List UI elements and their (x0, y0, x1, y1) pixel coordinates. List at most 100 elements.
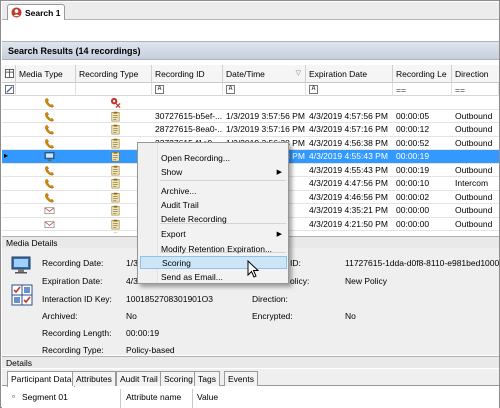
menu-item-label: Show (161, 167, 183, 177)
cell-id: 28727615-8ea0-... (155, 124, 223, 134)
recording-clipboard-icon (113, 232, 118, 233)
encrypted-value: No (345, 311, 356, 321)
cell-expiration: 4/3/2019 4:47:56 PM (309, 178, 388, 188)
tab-audit-trail[interactable]: Audit Trail (116, 371, 162, 386)
submenu-arrow-icon: ▶ (276, 169, 282, 176)
cell-expiration: 4/3/2019 4:56:38 PM (309, 137, 388, 148)
phone-icon (45, 111, 54, 121)
column-header-expiration-date[interactable]: Expiration Date (306, 65, 393, 83)
table-row[interactable]: 30727615-b5ef-... 1/3/2019 3:57:56 PM 4/3/… (2, 110, 499, 123)
filter-operator-a-icon[interactable]: A (155, 85, 164, 94)
menu-item-send-as-email[interactable]: Send as Email... (160, 271, 287, 284)
menu-item-delete-recording[interactable]: Delete Recording (160, 213, 287, 226)
table-row[interactable]: 28727615-8ea0-... 1/3/2019 3:57:16 PM 4/3/… (2, 123, 499, 137)
cell-direction (452, 150, 499, 163)
interaction-id-value: 1001852708301901O3 (126, 294, 213, 304)
filter-operator-a-icon[interactable]: A (309, 85, 318, 94)
cell-length: 00:00:00 (396, 205, 430, 215)
filter-edit-icon (5, 85, 14, 94)
search-tab-icon (11, 7, 22, 18)
cell-direction (452, 96, 499, 109)
phone-icon (45, 179, 54, 189)
filter-recording-length[interactable]: == (393, 83, 452, 96)
tab-attributes[interactable]: Attributes (72, 371, 116, 386)
menu-item-export[interactable]: Export ▶ (160, 228, 287, 241)
archived-value: No (126, 311, 137, 321)
cell-expiration: 4/3/2019 1:20:56 PM (306, 231, 393, 233)
screen-icon (44, 152, 55, 162)
cell-expiration: 4/3/2019 4:21:50 PM (309, 218, 388, 229)
cell-datetime (223, 96, 306, 109)
cell-length: 00:00:02 (396, 191, 430, 202)
filter-recording-type[interactable] (76, 83, 152, 96)
grid-column-header-row: Media Type Recording Type Recording ID D… (2, 65, 499, 83)
attribute-name-header[interactable]: Attribute name (126, 392, 181, 402)
table-row[interactable] (2, 96, 499, 110)
sort-descending-icon: ▽ (295, 70, 301, 77)
column-header-recording-id[interactable]: Recording ID (152, 65, 223, 83)
cell-id: 30727615-b5ef-... (155, 110, 223, 121)
phone-icon (45, 138, 54, 148)
search-results-header: Search Results (14 recordings) (2, 41, 499, 60)
submenu-arrow-icon: ▶ (276, 231, 282, 238)
column-header-recording-type[interactable]: Recording Type (76, 65, 152, 83)
phone-icon (45, 192, 54, 202)
tab-participant-data[interactable]: Participant Data (7, 371, 76, 387)
recording-clipboard-icon (111, 205, 120, 216)
column-chooser-icon[interactable] (5, 69, 14, 78)
menu-item-archive[interactable]: Archive... (160, 185, 287, 198)
cell-direction: Inbound (452, 231, 499, 233)
column-header-media-type[interactable]: Media Type (16, 65, 76, 83)
recording-clipboard-icon (111, 192, 120, 202)
menu-item-show[interactable]: Show ▶ (160, 166, 287, 179)
value-header[interactable]: Value (197, 392, 218, 402)
menu-item-label: Archive... (161, 186, 197, 196)
archived-label: Archived: (42, 311, 78, 321)
policy-value: New Policy (345, 276, 388, 286)
tab-events[interactable]: Events (224, 371, 258, 386)
tab-scoring[interactable]: Scoring (160, 371, 197, 386)
recording-id-label: ID: (290, 258, 301, 268)
cell-expiration: 4/3/2019 4:57:56 PM (309, 110, 388, 121)
grid-filter-row: A A A == == (2, 83, 499, 96)
phone-icon (45, 125, 54, 135)
filter-media-type[interactable] (16, 83, 76, 96)
cell-direction: Outbound (455, 191, 493, 202)
column-header-recording-length[interactable]: Recording Le (393, 65, 452, 83)
cell-expiration: 4/3/2019 4:57:16 PM (309, 124, 388, 134)
menu-separator (160, 180, 286, 181)
recording-date-label: Recording Date: (42, 258, 104, 268)
menu-item-modify-retention-expiration[interactable]: Modify Retention Expiration... (160, 243, 287, 256)
expiration-date-label: Expiration Date: (42, 276, 103, 286)
filter-operator-a-icon[interactable]: A (226, 85, 235, 94)
filter-expiration-date[interactable]: A (306, 83, 393, 96)
filter-date-time[interactable]: A (223, 83, 306, 96)
tab-tags[interactable]: Tags (194, 371, 220, 386)
filter-direction[interactable]: == (452, 83, 499, 96)
menu-item-label: Open Recording... (161, 153, 230, 163)
recording-clipboard-icon (111, 124, 120, 135)
recording-length-label: Recording Length: (42, 328, 112, 338)
menu-item-open-recording[interactable]: Open Recording... (160, 152, 287, 165)
menu-item-label: Delete Recording (161, 214, 227, 224)
mouse-cursor-icon (247, 260, 260, 278)
column-header-date-time[interactable]: Date/Time ▽ (223, 65, 306, 83)
menu-item-audit-trail[interactable]: Audit Trail (160, 199, 287, 212)
cell-expiration (306, 96, 393, 109)
cell-length: 00:00:10 (396, 178, 430, 188)
cell-length: 00:00:05 (396, 110, 430, 121)
tab-search-1[interactable]: Search 1 (7, 4, 65, 20)
scoring-grid-icon (11, 284, 33, 306)
column-header-direction[interactable]: Direction (452, 65, 499, 83)
direction-label: Direction: (252, 294, 288, 304)
filter-recording-id[interactable]: A (152, 83, 223, 96)
menu-item-scoring[interactable]: Scoring (140, 256, 287, 269)
email-icon (44, 220, 55, 228)
policy-label: olicy: (290, 276, 310, 286)
screen-recording-icon (11, 256, 31, 274)
cell-datetime: 1/3/2019 3:57:16 PM (226, 124, 305, 134)
encrypted-label: Encrypted: (252, 311, 293, 321)
tree-expander-icon[interactable]: ▫ (12, 392, 15, 401)
details-content: ▫ Segment 01 Attribute name Value (2, 387, 499, 408)
tree-item-segment[interactable]: Segment 01 (22, 392, 68, 402)
